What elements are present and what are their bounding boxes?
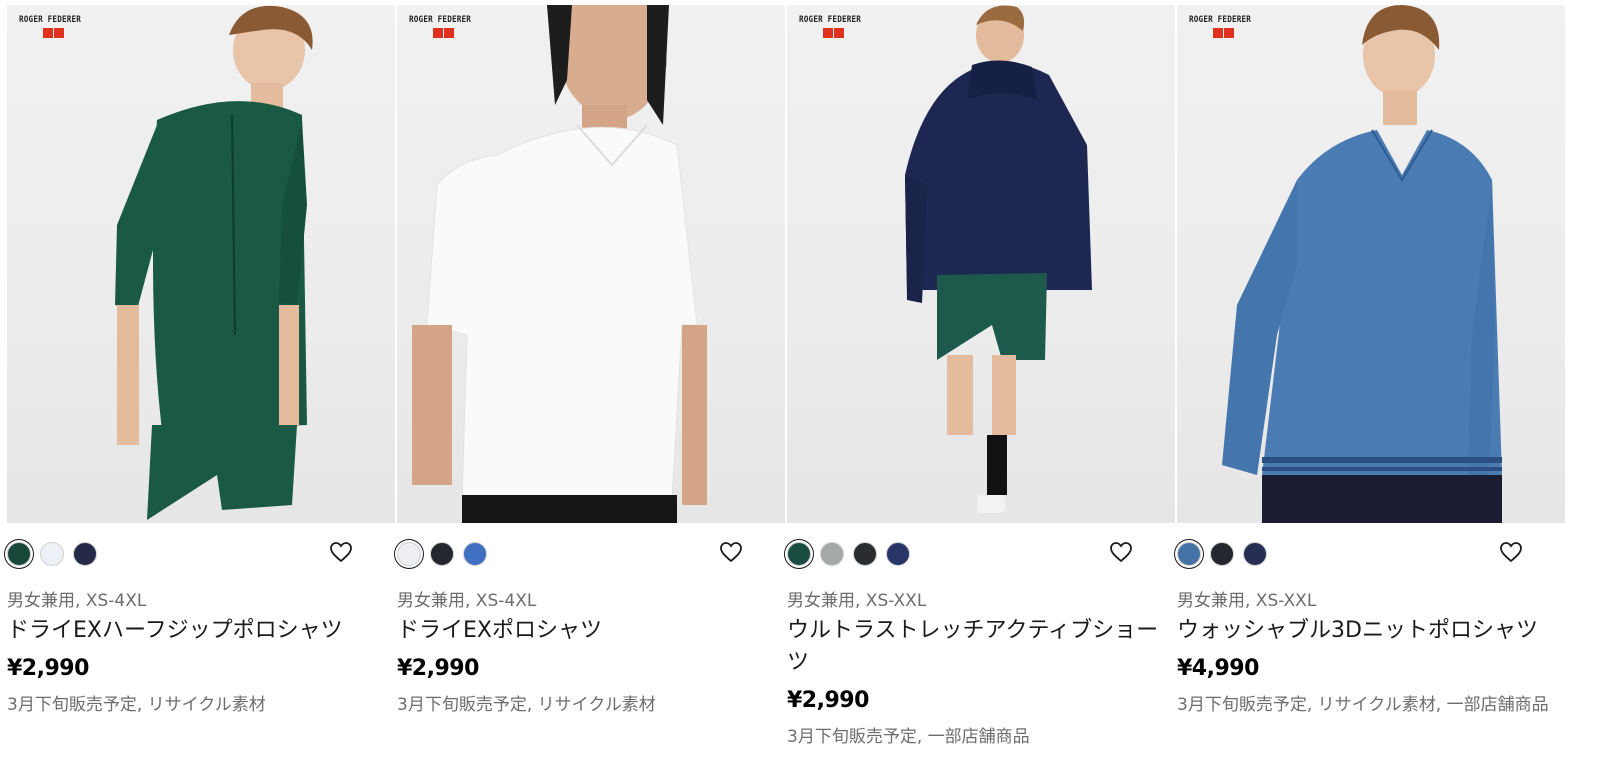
product-meta: 男女兼用, XS-XXL [787, 591, 927, 611]
product-meta: 男女兼用, XS-4XL [397, 591, 537, 611]
product-image[interactable]: ROGER FEDERER [7, 5, 395, 523]
product-name[interactable]: ドライEXハーフジップポロシャツ [7, 615, 387, 647]
color-swatch[interactable] [1243, 542, 1267, 566]
brand-label: ROGER FEDERER [799, 15, 862, 25]
color-swatch[interactable] [820, 542, 844, 566]
favorite-heart-icon[interactable] [329, 540, 353, 564]
model-illustration [412, 5, 707, 523]
color-swatch[interactable] [40, 542, 64, 566]
product-name[interactable]: ウルトラストレッチアクティブショーツ [787, 615, 1167, 679]
favorite-heart-icon[interactable] [719, 540, 743, 564]
color-swatches [1177, 542, 1267, 566]
model-illustration [905, 5, 1092, 513]
product-card[interactable]: ROGER FEDERER 男女兼用, XS-4XL ドライEXハーフジップポロ… [7, 5, 397, 715]
product-image[interactable]: ROGER FEDERER [397, 5, 785, 523]
color-swatch[interactable] [73, 542, 97, 566]
brand-label: ROGER FEDERER [19, 15, 82, 25]
color-swatch[interactable] [1210, 542, 1234, 566]
color-swatch[interactable] [463, 542, 487, 566]
model-illustration [1222, 5, 1502, 523]
product-card[interactable]: ROGER FEDERER 男女兼用, XS-XXL ウォッシャブル3Dニットポ… [1177, 5, 1567, 715]
uniqlo-logo [823, 28, 879, 38]
uniqlo-logo [1213, 28, 1269, 38]
product-note: 3月下旬販売予定, リサイクル素材 [397, 695, 656, 715]
product-note: 3月下旬販売予定, 一部店舗商品 [787, 727, 1030, 747]
product-card[interactable]: ROGER FEDERER 男女兼用, XS-4XL ドライEXポロシャツ ¥2… [397, 5, 787, 715]
product-name[interactable]: ウォッシャブル3Dニットポロシャツ [1177, 615, 1557, 647]
product-note: 3月下旬販売予定, リサイクル素材 [7, 695, 266, 715]
color-swatch[interactable] [430, 542, 454, 566]
brand-logo: ROGER FEDERER [1189, 15, 1269, 38]
color-swatch[interactable] [397, 542, 421, 566]
brand-logo: ROGER FEDERER [799, 15, 879, 38]
brand-logo: ROGER FEDERER [19, 15, 99, 38]
uniqlo-logo [43, 28, 99, 38]
brand-label: ROGER FEDERER [409, 15, 472, 25]
color-swatch[interactable] [1177, 542, 1201, 566]
favorite-heart-icon[interactable] [1109, 540, 1133, 564]
color-swatches [397, 542, 487, 566]
product-grid: ROGER FEDERER 男女兼用, XS-4XL ドライEXハーフジップポロ… [7, 5, 1591, 747]
product-price: ¥2,990 [397, 656, 479, 681]
color-swatches [7, 542, 97, 566]
product-note: 3月下旬販売予定, リサイクル素材, 一部店舗商品 [1177, 695, 1549, 715]
color-swatches [787, 542, 910, 566]
model-illustration [115, 5, 313, 520]
product-image[interactable]: ROGER FEDERER [787, 5, 1175, 523]
product-price: ¥2,990 [787, 688, 869, 713]
product-price: ¥2,990 [7, 656, 89, 681]
color-swatch[interactable] [7, 542, 31, 566]
color-swatch[interactable] [787, 542, 811, 566]
product-name[interactable]: ドライEXポロシャツ [397, 615, 777, 647]
uniqlo-logo [433, 28, 489, 38]
product-meta: 男女兼用, XS-XXL [1177, 591, 1317, 611]
product-price: ¥4,990 [1177, 656, 1259, 681]
brand-logo: ROGER FEDERER [409, 15, 489, 38]
product-image[interactable]: ROGER FEDERER [1177, 5, 1565, 523]
product-card[interactable]: ROGER FEDERER 男女兼用, XS-XXL ウルトラストレッチアクティ… [787, 5, 1177, 747]
brand-label: ROGER FEDERER [1189, 15, 1252, 25]
favorite-heart-icon[interactable] [1499, 540, 1523, 564]
color-swatch[interactable] [853, 542, 877, 566]
product-meta: 男女兼用, XS-4XL [7, 591, 147, 611]
color-swatch[interactable] [886, 542, 910, 566]
